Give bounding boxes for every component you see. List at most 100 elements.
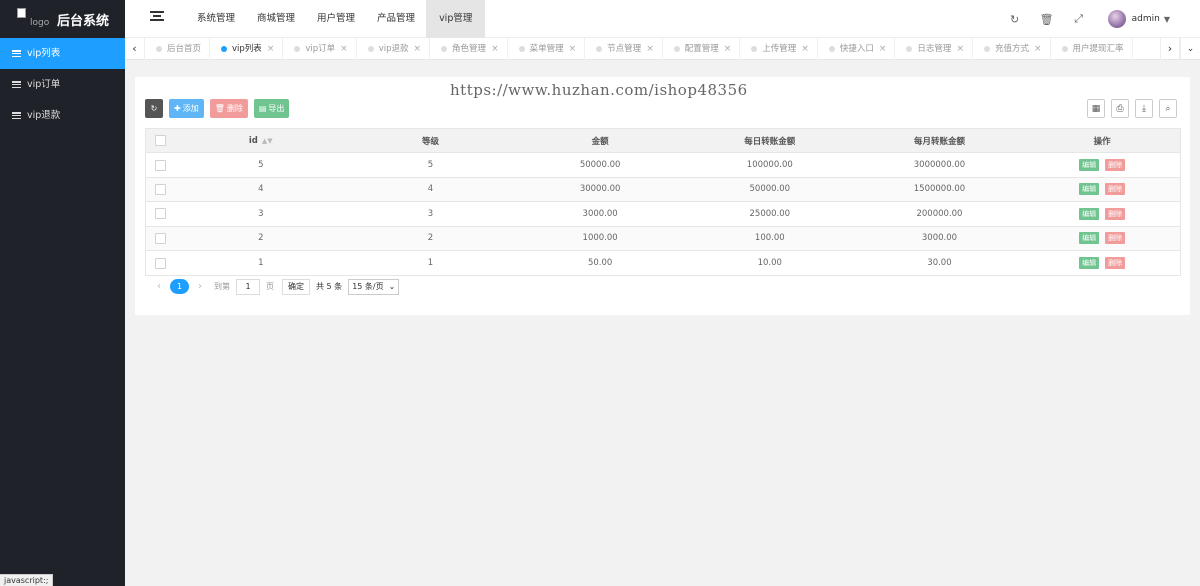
close-icon[interactable]: ×: [1034, 38, 1042, 60]
tab[interactable]: 菜单管理 ×: [508, 38, 586, 60]
tab[interactable]: 配置管理 ×: [663, 38, 741, 60]
row-checkbox[interactable]: [146, 183, 176, 195]
cell-id: 5: [258, 160, 264, 171]
tab[interactable]: 快捷入口 ×: [818, 38, 896, 60]
refresh-icon[interactable]: ↻: [999, 0, 1031, 38]
edit-button[interactable]: 编辑: [1079, 159, 1100, 172]
row-checkbox[interactable]: [146, 208, 176, 220]
close-icon[interactable]: ×: [267, 38, 275, 60]
goto-confirm-button[interactable]: 确定: [282, 278, 310, 295]
goto-suffix: 页: [266, 282, 274, 291]
top-nav-item[interactable]: 产品管理: [366, 0, 426, 38]
close-icon[interactable]: ×: [569, 38, 577, 60]
avatar[interactable]: [1107, 10, 1126, 28]
tab[interactable]: 用户提现汇率: [1051, 38, 1133, 60]
tabs-scroll-left-icon[interactable]: ‹: [125, 38, 145, 60]
row-checkbox[interactable]: [146, 232, 176, 244]
sidebar-item-label: vip订单: [27, 79, 61, 90]
tabs-menu-chevron-down-icon[interactable]: ⌄: [1180, 38, 1200, 60]
top-nav-item[interactable]: vip管理: [426, 0, 486, 38]
tab-label: 配置管理: [684, 44, 719, 54]
download-icon[interactable]: ⤓: [1135, 99, 1153, 118]
top-nav-item[interactable]: 系统管理: [186, 0, 246, 38]
sidebar-item[interactable]: vip列表: [0, 38, 125, 69]
cell-monthly-limit: 200000.00: [916, 208, 963, 219]
close-icon[interactable]: ×: [879, 38, 887, 60]
tab-list: 后台首页 vip列表 × vip订单 × vip退款 × 角色管理 × 菜单管理 × 节点管理 × 配置管…: [145, 38, 1133, 60]
delete-row-button[interactable]: 删除: [1105, 183, 1126, 196]
export-button[interactable]: ▤ 导出: [253, 99, 290, 118]
row-checkbox[interactable]: [146, 159, 176, 171]
tabs-scroll-right-icon[interactable]: ›: [1160, 38, 1180, 60]
top-nav-item[interactable]: 商城管理: [246, 0, 306, 38]
tab[interactable]: vip列表 ×: [210, 38, 284, 60]
top-header: logo 后台系统 系统管理 商城管理 用户管理 产品管理 vip管理 ↻ 🗑 ⤢ ad…: [0, 0, 1200, 38]
cell-level: 4: [427, 184, 434, 195]
sidebar-item[interactable]: vip订单: [0, 69, 125, 100]
close-icon[interactable]: ×: [801, 38, 809, 60]
next-page-icon[interactable]: ›: [192, 281, 208, 292]
menu-toggle-icon[interactable]: [150, 11, 164, 25]
column-header-amount: 金额: [591, 136, 609, 147]
edit-button[interactable]: 编辑: [1079, 232, 1100, 245]
delete-row-button[interactable]: 删除: [1105, 207, 1126, 220]
pagination: ‹ 1 › 到第 1 页 确定 共 5 条 15 条/页 ⌄: [151, 278, 400, 295]
delete-row-button[interactable]: 删除: [1105, 257, 1126, 270]
sort-icon[interactable]: ▲▼: [262, 137, 273, 145]
tab[interactable]: 角色管理 ×: [430, 38, 508, 60]
tab[interactable]: 日志管理 ×: [895, 38, 973, 60]
refresh-button[interactable]: ↻: [145, 99, 163, 118]
column-header-id[interactable]: id ▲▼: [176, 136, 346, 146]
close-icon[interactable]: ×: [491, 38, 499, 60]
print-icon[interactable]: ⎙: [1111, 99, 1129, 118]
trash-icon: 🗑: [214, 104, 225, 113]
tab[interactable]: vip订单 ×: [283, 38, 357, 60]
logo-area: logo 后台系统: [0, 0, 125, 38]
close-icon[interactable]: ×: [414, 38, 422, 60]
table-header-row: id ▲▼ 等级 金额 每日转账金额 每月转账金额 操作: [146, 129, 1180, 154]
page-size-select[interactable]: 15 条/页 ⌄: [348, 278, 400, 295]
column-header-actions: 操作: [1093, 136, 1111, 147]
tab-label: 节点管理: [607, 44, 642, 54]
search-icon[interactable]: ⌕: [1159, 99, 1177, 118]
tab-dot-icon: [1061, 46, 1068, 52]
goto-page-input[interactable]: 1: [236, 278, 260, 295]
fullscreen-icon[interactable]: ⤢: [1063, 0, 1095, 38]
close-icon[interactable]: ×: [724, 38, 732, 60]
delete-row-button[interactable]: 删除: [1105, 232, 1126, 245]
sidebar-item[interactable]: vip退款: [0, 100, 125, 131]
tab-label: 用户提现汇率: [1072, 44, 1124, 54]
caret-down-icon[interactable]: ▼: [1164, 15, 1170, 24]
table-row: 2 2 1000.00 100.00 3000.00 编辑 删除: [146, 226, 1180, 251]
prev-page-icon[interactable]: ‹: [151, 281, 167, 292]
tab-dot-icon: [367, 46, 374, 52]
close-icon[interactable]: ×: [646, 38, 654, 60]
file-icon: ▤: [258, 104, 267, 113]
top-nav-item[interactable]: 用户管理: [306, 0, 366, 38]
trash-icon[interactable]: 🗑: [1031, 0, 1063, 38]
row-checkbox[interactable]: [146, 257, 176, 269]
header-actions: ↻ 🗑 ⤢ admin ▼: [999, 0, 1200, 38]
edit-button[interactable]: 编辑: [1079, 183, 1100, 196]
select-all-checkbox[interactable]: [146, 135, 176, 147]
tab[interactable]: 节点管理 ×: [585, 38, 663, 60]
close-icon[interactable]: ×: [340, 38, 348, 60]
tab[interactable]: vip退款 ×: [357, 38, 431, 60]
current-page[interactable]: 1: [170, 279, 189, 294]
sidebar: vip列表 vip订单 vip退款 javascript:;: [0, 38, 125, 586]
cell-amount: 50000.00: [579, 160, 621, 171]
edit-button[interactable]: 编辑: [1079, 257, 1100, 270]
delete-row-button[interactable]: 删除: [1105, 159, 1126, 172]
user-name[interactable]: admin: [1132, 14, 1160, 24]
tab[interactable]: 充值方式 ×: [973, 38, 1051, 60]
row-actions: 编辑 删除: [1024, 159, 1180, 172]
tab[interactable]: 后台首页: [145, 38, 211, 60]
delete-button[interactable]: 🗑 删除: [209, 99, 248, 118]
add-button[interactable]: ✚ 添加: [169, 99, 204, 118]
edit-button[interactable]: 编辑: [1079, 207, 1100, 220]
cell-daily-limit: 50000.00: [749, 184, 791, 195]
tab-dot-icon: [518, 46, 525, 52]
tab[interactable]: 上传管理 ×: [740, 38, 818, 60]
columns-icon[interactable]: ▦: [1087, 99, 1105, 118]
close-icon[interactable]: ×: [956, 38, 964, 60]
